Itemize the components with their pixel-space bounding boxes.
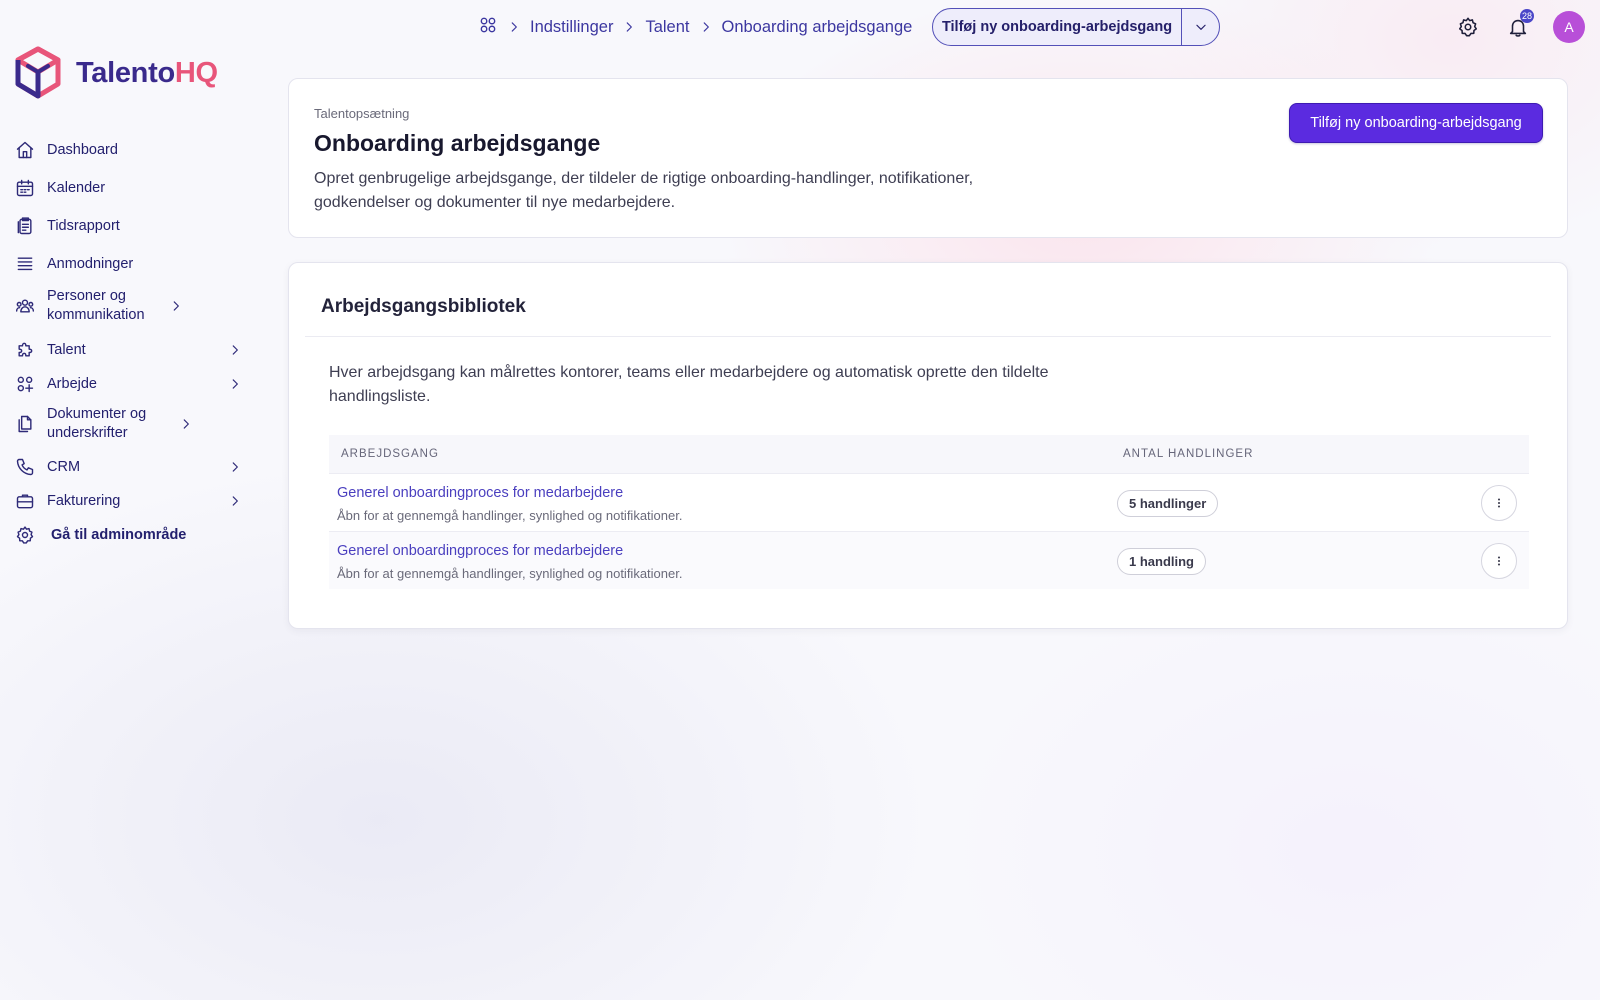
home-icon [14, 139, 36, 161]
chevron-right-icon [622, 20, 636, 34]
sidebar-item-label: Talent [47, 341, 86, 358]
breadcrumb-item-current: Onboarding arbejdsgange [721, 17, 913, 36]
column-header-action-count: ANTAL HANDLINGER [1123, 448, 1254, 460]
list-icon [14, 253, 36, 275]
sidebar-item-label: Personer og kommunikation [47, 288, 145, 323]
action-count-badge: 5 handlinger [1117, 490, 1219, 517]
gear-icon [14, 524, 36, 546]
workflow-subtitle: Åbn for at gennemgå handlinger, synlighe… [337, 566, 683, 581]
chevron-right-icon [226, 458, 244, 476]
sidebar-item-dashboard[interactable]: Dashboard [14, 134, 244, 166]
sidebar-item-label: Tidsrapport [47, 217, 120, 234]
sidebar-item-crm[interactable]: CRM [14, 451, 244, 483]
grid-icon [14, 373, 36, 395]
sidebar-item-label: Dokumenter og underskrifter [47, 406, 147, 441]
table-header: ARBEJDSGANG ANTAL HANDLINGER [329, 435, 1529, 473]
sidebar-item-label: CRM [47, 458, 81, 475]
phone-icon [14, 456, 36, 478]
workflow-table: ARBEJDSGANG ANTAL HANDLINGER Generel onb… [329, 435, 1529, 589]
chevron-right-icon [507, 20, 521, 34]
avatar[interactable]: A [1553, 11, 1585, 43]
add-workflow-split-button: Tilføj ny onboarding-arbejdsgang [932, 8, 1220, 46]
library-description: Hver arbejdsgang kan målrettes kontorer,… [329, 364, 1049, 405]
cube-logo-icon [15, 46, 61, 99]
sidebar-item-label: Arbejde [47, 375, 97, 392]
logo-text-accent: HQ [174, 56, 218, 89]
sidebar-item-label: Kalender [47, 179, 106, 196]
breadcrumb-item-indstillinger[interactable]: Indstillinger [530, 18, 613, 37]
library-title: Arbejdsgangsbibliotek [321, 296, 526, 317]
sidebar-item-personer-og-kommunikation[interactable]: Personer og kommunikation [14, 284, 244, 328]
add-onboarding-workflow-button[interactable]: Tilføj ny onboarding-arbejdsgang [1289, 103, 1543, 143]
workflow-name-link[interactable]: Generel onboardingproces for medarbejder… [337, 485, 623, 501]
sidebar-item-label: Dashboard [47, 141, 118, 158]
apps-grid-icon[interactable] [478, 15, 498, 40]
sidebar-item-arbejde[interactable]: Arbejde [14, 368, 244, 400]
clipboard-icon [14, 215, 36, 237]
table-row[interactable]: Generel onboardingproces for medarbejder… [329, 531, 1529, 589]
page-description: Opret genbrugelige arbejdsgange, der til… [314, 170, 974, 211]
chevron-right-icon [226, 492, 244, 510]
chevron-right-icon [177, 415, 195, 433]
row-menu-button[interactable] [1481, 543, 1517, 579]
more-vertical-icon [1497, 556, 1501, 566]
add-workflow-button[interactable]: Tilføj ny onboarding-arbejdsgang [933, 9, 1181, 45]
sidebar-item-dokumenter-og-underskrifter[interactable]: Dokumenter og underskrifter [14, 402, 244, 446]
app-logo[interactable]: TalentoHQ [14, 46, 218, 100]
puzzle-icon [14, 339, 36, 361]
sidebar-item-anmodninger[interactable]: Anmodninger [14, 248, 244, 280]
sidebar-item-label: Anmodninger [47, 255, 134, 272]
breadcrumb-item-talent[interactable]: Talent [645, 18, 689, 37]
settings-button[interactable] [1454, 13, 1482, 41]
sidebar-item-admin[interactable]: Gå til adminområde [14, 519, 244, 551]
workflow-library-card: Arbejdsgangsbibliotek Hver arbejdsgang k… [288, 262, 1568, 629]
sidebar-item-talent[interactable]: Talent [14, 334, 244, 366]
sidebar-item-tidsrapport[interactable]: Tidsrapport [14, 210, 244, 242]
notifications-button[interactable]: 28 [1504, 9, 1535, 41]
chevron-right-icon [226, 341, 244, 359]
briefcase-icon [14, 490, 36, 512]
column-header-workflow: ARBEJDSGANG [341, 448, 439, 460]
sidebar: TalentoHQ Dashboard Kalender Tidsrapport… [0, 0, 260, 1000]
workflow-subtitle: Åbn for at gennemgå handlinger, synlighe… [337, 508, 683, 523]
add-workflow-dropdown-toggle[interactable] [1181, 9, 1219, 45]
calendar-icon [14, 177, 36, 199]
workflow-name-link[interactable]: Generel onboardingproces for medarbejder… [337, 543, 623, 559]
sidebar-item-fakturering[interactable]: Fakturering [14, 485, 244, 517]
chevron-down-icon [1195, 24, 1206, 30]
more-vertical-icon [1497, 498, 1501, 508]
breadcrumb: Indstillinger Talent Onboarding arbejdsg… [478, 14, 912, 40]
sidebar-item-kalender[interactable]: Kalender [14, 172, 244, 204]
gear-icon [1458, 17, 1478, 37]
divider [305, 336, 1551, 337]
sidebar-item-label: Gå til adminområde [51, 526, 187, 543]
page-title: Onboarding arbejdsgange [314, 130, 601, 156]
people-icon [14, 295, 36, 317]
documents-icon [14, 413, 36, 435]
chevron-right-icon [226, 375, 244, 393]
notification-count-badge: 28 [1520, 9, 1535, 23]
table-row[interactable]: Generel onboardingproces for medarbejder… [329, 473, 1529, 531]
page-header-card: Talentopsætning Onboarding arbejdsgange … [288, 78, 1568, 238]
sidebar-item-label: Fakturering [47, 492, 121, 509]
page-eyebrow: Talentopsætning [314, 106, 410, 121]
logo-text: TalentoHQ [76, 57, 218, 90]
action-count-badge: 1 handling [1117, 548, 1206, 575]
logo-text-primary: Talento [76, 56, 175, 89]
chevron-right-icon [167, 297, 185, 315]
row-menu-button[interactable] [1481, 485, 1517, 521]
chevron-right-icon [699, 20, 713, 34]
